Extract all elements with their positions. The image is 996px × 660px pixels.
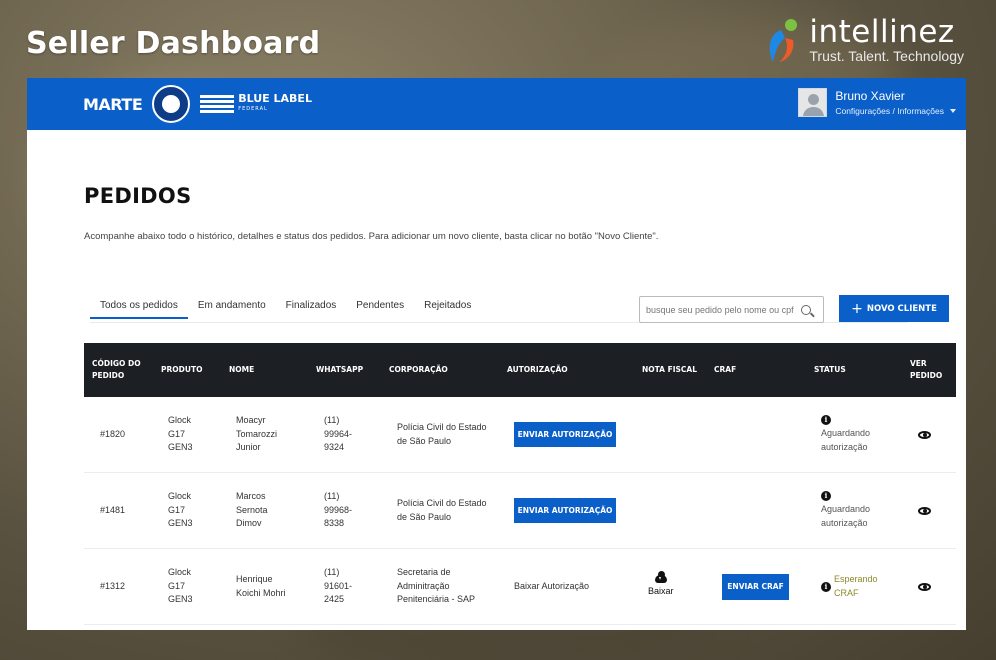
brand-tagline: Trust. Talent. Technology <box>809 48 964 64</box>
cell-produto: Glock G17 GEN3 <box>168 567 193 605</box>
search-icon[interactable] <box>801 304 811 315</box>
col-header-status: STATUS <box>814 365 846 374</box>
download-invoice-label: Baixar <box>648 585 674 596</box>
col-header-corporacao: CORPORAÇÃO <box>389 365 448 374</box>
user-menu-label[interactable]: Configurações / Informações <box>835 106 944 116</box>
cell-corporacao: Secretaria de Adminitração Penitenciária… <box>397 567 476 605</box>
col-header-codigo: CÓDIGO DO PEDIDO <box>92 359 141 380</box>
col-header-craf: CRAF <box>714 365 737 374</box>
plus-icon: + <box>851 300 863 317</box>
top-navbar: MARTE BLUE LABEL FEDERAL Bruno Xavier Co… <box>27 78 966 130</box>
download-authorization-link[interactable]: Baixar Autorização <box>514 549 589 624</box>
new-client-button[interactable]: + NOVO CLIENTE <box>839 295 949 322</box>
cell-corporacao: Polícia Civil do Estado de São Paulo <box>397 422 487 446</box>
cell-produto: Glock G17 GEN3 <box>168 491 193 529</box>
avatar-icon[interactable] <box>798 88 828 117</box>
download-invoice[interactable]: Baixar <box>648 570 674 599</box>
cell-whatsapp: (11) 99968-8338 <box>324 491 353 529</box>
brand-name: intellinez <box>809 14 955 50</box>
marte-logo[interactable]: MARTE <box>83 95 143 114</box>
eye-icon[interactable] <box>918 582 931 591</box>
table-row[interactable]: #1312 Glock G17 GEN3 Henrique Koichi Moh… <box>84 549 956 625</box>
bluelabel-logo: BLUE LABEL FEDERAL <box>200 93 312 115</box>
intellinez-brand: intellinez Trust. Talent. Technology <box>763 16 964 64</box>
info-icon: i <box>821 581 831 592</box>
cell-nome: Moacyr Tomarozzi Junior <box>236 415 278 453</box>
eye-icon[interactable] <box>918 506 931 515</box>
send-authorization-button[interactable]: ENVIAR AUTORIZAÇÃO <box>514 498 616 523</box>
page-title: PEDIDOS <box>84 184 192 208</box>
app-window: MARTE BLUE LABEL FEDERAL Bruno Xavier Co… <box>27 78 966 630</box>
flag-stripes-icon <box>200 95 235 113</box>
col-header-autorizacao: AUTORIZAÇÃO <box>507 365 568 374</box>
tab-finalizados[interactable]: Finalizados <box>276 300 347 319</box>
table-row[interactable]: #1481 Glock G17 GEN3 Marcos Sernota Dimo… <box>84 473 956 549</box>
cloud-download-icon <box>654 570 667 583</box>
tab-todos[interactable]: Todos os pedidos <box>90 300 188 319</box>
order-tabs: Todos os pedidos Em andamento Finalizado… <box>90 300 481 319</box>
eye-icon[interactable] <box>918 430 931 439</box>
search-input[interactable] <box>646 304 801 315</box>
col-header-produto: PRODUTO <box>161 365 203 374</box>
slide-title: Seller Dashboard <box>26 26 321 61</box>
table-row[interactable]: #1820 Glock G17 GEN3 Moacyr Tomarozzi Ju… <box>84 397 956 473</box>
intellinez-logo-icon <box>763 16 803 64</box>
cell-codigo: #1820 <box>100 428 126 439</box>
user-menu[interactable]: Bruno Xavier Configurações / Informações <box>798 88 956 117</box>
send-authorization-button[interactable]: ENVIAR AUTORIZAÇÃO <box>514 422 616 447</box>
search-box <box>639 296 824 323</box>
info-icon: i <box>821 491 831 501</box>
new-client-label: NOVO CLIENTE <box>866 303 937 314</box>
user-name: Bruno Xavier <box>835 89 905 103</box>
bluelabel-subtext: FEDERAL <box>238 106 268 112</box>
col-header-nome: NOME <box>229 365 255 374</box>
cell-whatsapp: (11) 91601-2425 <box>324 567 353 605</box>
cell-whatsapp: (11) 99964-9324 <box>324 415 353 453</box>
col-header-whatsapp: WHATSAPP <box>316 365 364 374</box>
cell-corporacao: Polícia Civil do Estado de São Paulo <box>397 498 487 522</box>
cell-nome: Marcos Sernota Dimov <box>236 491 268 529</box>
page-description: Acompanhe abaixo todo o histórico, detal… <box>84 231 659 242</box>
info-icon: i <box>821 415 831 425</box>
col-header-nota-fiscal: NOTA FISCAL <box>642 365 698 374</box>
tab-rejeitados[interactable]: Rejeitados <box>414 300 481 319</box>
cell-nome: Henrique Koichi Mohri <box>236 574 286 598</box>
cell-codigo: #1481 <box>100 504 126 515</box>
tab-em-andamento[interactable]: Em andamento <box>188 300 276 319</box>
badge-logo-icon <box>152 85 191 123</box>
status-text: Aguardando autorização <box>821 504 871 528</box>
status-text: Esperando CRAF <box>834 574 878 598</box>
status-text: Aguardando autorização <box>821 428 871 452</box>
tab-pendentes[interactable]: Pendentes <box>346 300 414 319</box>
cell-codigo: #1312 <box>100 580 126 591</box>
chevron-down-icon[interactable] <box>950 109 956 113</box>
send-craf-button[interactable]: ENVIAR CRAF <box>722 573 789 600</box>
table-header: CÓDIGO DO PEDIDO PRODUTO NOME WHATSAPP C… <box>84 343 956 397</box>
col-header-ver-pedido: VER PEDIDO <box>910 359 943 380</box>
cell-produto: Glock G17 GEN3 <box>168 415 193 453</box>
